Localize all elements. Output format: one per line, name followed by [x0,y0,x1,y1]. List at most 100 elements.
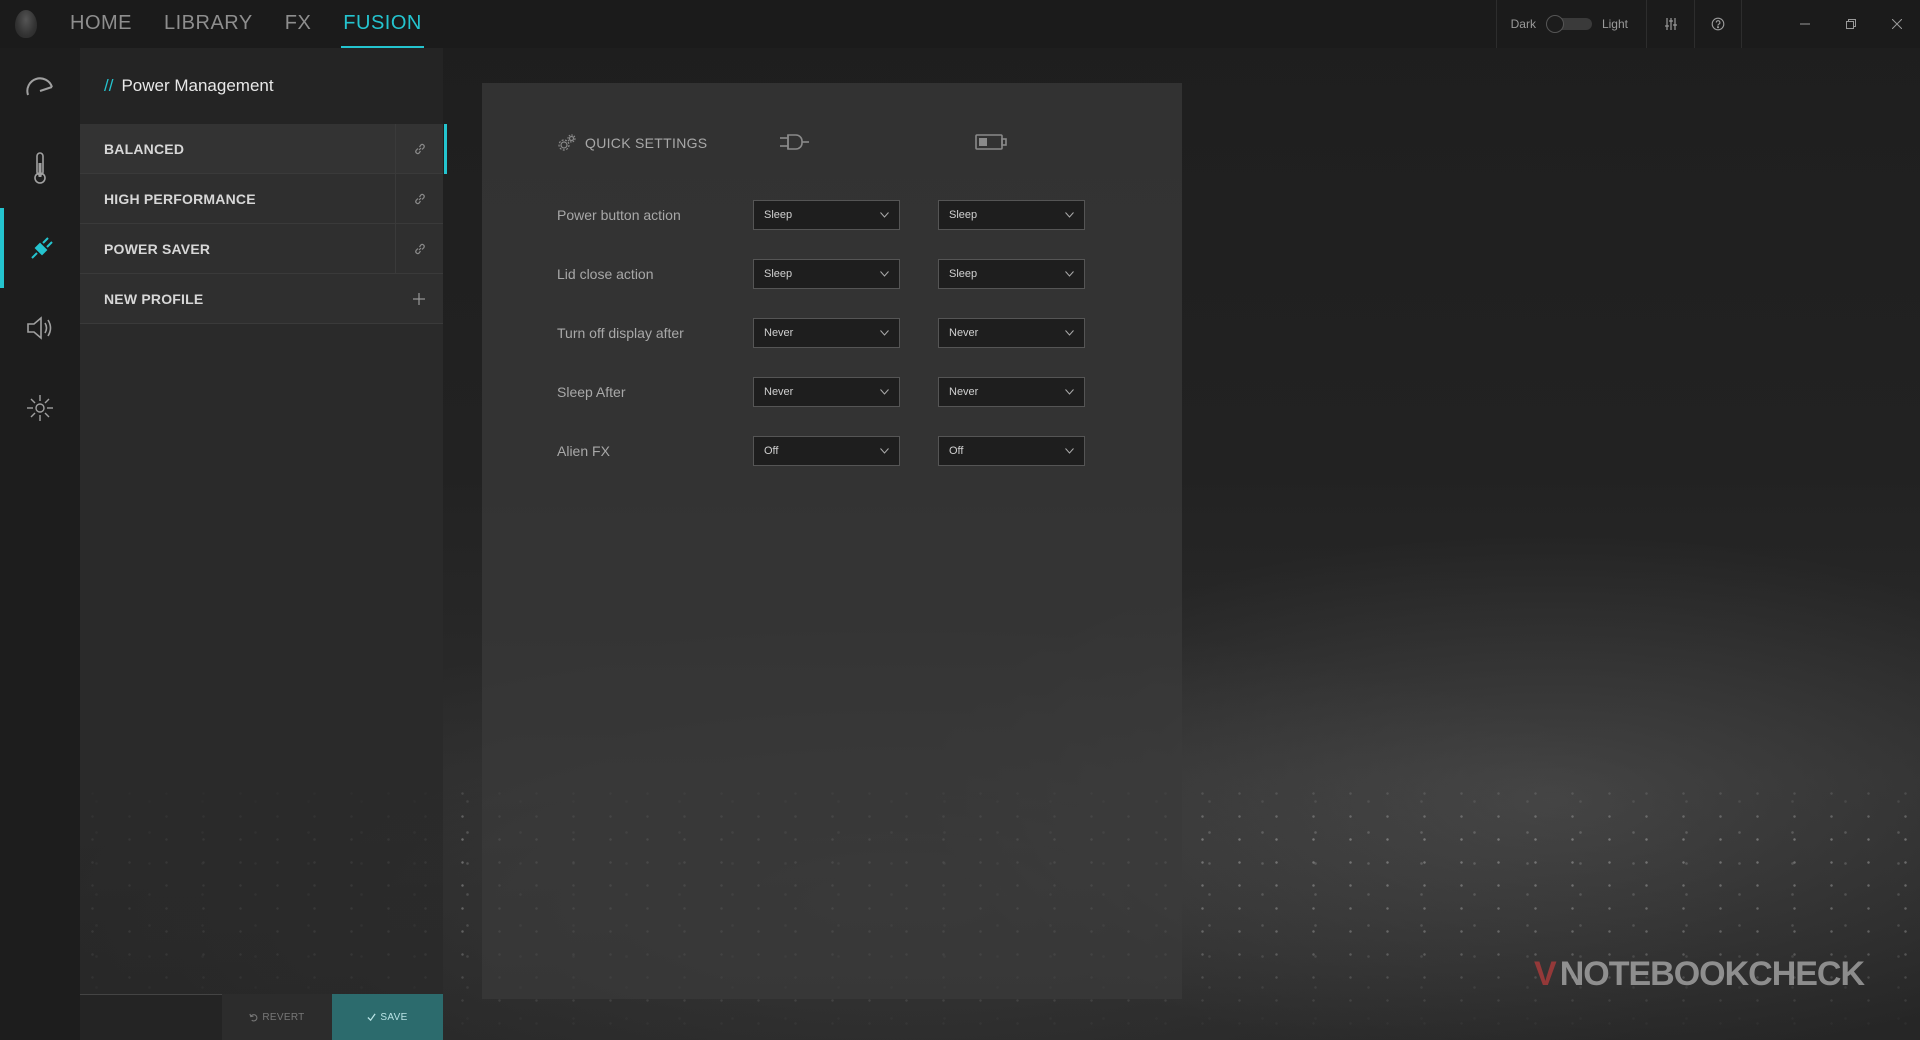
battery-select[interactable]: Never [938,318,1085,348]
setting-row-display-off: Turn off display after Never Never [557,318,1117,348]
chevron-down-icon [880,389,889,395]
setting-label: Power button action [557,207,681,223]
profile-row-balanced[interactable]: BALANCED [80,123,447,174]
select-value: Sleep [764,209,793,221]
setting-row-power-button: Power button action Sleep Sleep [557,200,1117,230]
theme-dark-label: Dark [1510,17,1536,31]
chevron-down-icon [1065,448,1074,454]
chevron-down-icon [880,330,889,336]
profile-link-button[interactable] [395,223,443,274]
brightness-icon [27,395,53,421]
setting-row-alien-fx: Alien FX Off Off [557,436,1117,466]
thermometer-icon [34,152,46,184]
setting-label: Lid close action [557,266,654,282]
quick-settings-card: QUICK SETTINGS Power button action Sleep… [482,83,1182,999]
chevron-down-icon [1065,330,1074,336]
help-icon [1711,17,1725,31]
theme-toggle[interactable] [1545,15,1592,33]
minimize-icon [1800,23,1810,25]
battery-select[interactable]: Never [938,377,1085,407]
profile-link-button[interactable] [395,173,443,224]
revert-label: REVERT [262,1011,305,1023]
setting-label: Turn off display after [557,325,684,341]
panel-title-text: Power Management [121,76,274,95]
link-icon [414,243,425,254]
title-slashes: // [104,76,114,95]
chevron-down-icon [1065,271,1074,277]
chevron-down-icon [880,212,889,218]
rail-item-lighting[interactable] [0,368,80,448]
rail-item-overclock[interactable] [0,48,80,128]
tab-library[interactable]: LIBRARY [162,0,255,48]
profile-link-button[interactable] [395,123,443,174]
plus-icon [413,292,425,305]
ac-select[interactable]: Off [753,436,900,466]
add-profile-button[interactable] [395,274,443,324]
notebookcheck-watermark: V NOTEBOOKCHECK [1534,955,1865,994]
close-icon [1892,19,1902,29]
chevron-down-icon [880,271,889,277]
rail-item-audio[interactable] [0,288,80,368]
minimize-button[interactable] [1782,0,1828,48]
select-value: Never [949,327,979,339]
speaker-icon [27,316,52,340]
rail-item-power[interactable] [0,208,80,288]
profiles-panel: // Power Management BALANCED HIGH PERFOR… [80,48,447,1040]
battery-icon [975,134,1007,150]
select-value: Never [949,386,979,398]
select-value: Never [764,386,794,398]
check-icon [367,1013,377,1021]
profile-row-high-performance[interactable]: HIGH PERFORMANCE [80,173,443,224]
side-rail [0,48,80,1040]
footer-spacer [80,994,222,1040]
save-label: SAVE [380,1011,408,1023]
settings-sliders-button[interactable] [1646,0,1694,48]
profile-name: BALANCED [104,140,185,157]
select-value: Off [949,445,964,457]
plugged-in-icon [780,134,809,150]
save-button[interactable]: SAVE [332,994,443,1040]
profile-name: POWER SAVER [104,240,211,257]
panel-footer: REVERT SAVE [80,994,443,1040]
chevron-down-icon [1065,389,1074,395]
watermark-text: NOTEBOOKCHECK [1559,955,1865,993]
chevron-down-icon [1065,212,1074,218]
select-value: Sleep [764,268,793,280]
watermark-v-mark: V [1534,955,1557,993]
link-icon [414,193,425,204]
profile-row-new-profile[interactable]: NEW PROFILE [80,274,443,324]
battery-select[interactable]: Off [938,436,1085,466]
revert-button[interactable]: REVERT [222,994,332,1040]
tab-fx[interactable]: FX [283,0,314,48]
rail-item-thermal[interactable] [0,128,80,208]
quick-settings-header: QUICK SETTINGS [557,133,707,153]
select-value: Sleep [949,209,978,221]
alienware-logo [4,0,48,48]
power-plug-icon [31,237,53,259]
setting-row-sleep-after: Sleep After Never Never [557,377,1117,407]
theme-light-label: Light [1601,17,1628,31]
tab-fusion[interactable]: FUSION [341,0,424,48]
profile-name: NEW PROFILE [104,290,204,307]
setting-row-lid-close: Lid close action Sleep Sleep [557,259,1117,289]
ac-select[interactable]: Sleep [753,200,900,230]
ac-select[interactable]: Never [753,318,900,348]
tab-home[interactable]: HOME [68,0,134,48]
close-button[interactable] [1874,0,1920,48]
ac-select[interactable]: Never [753,377,900,407]
restore-button[interactable] [1828,0,1874,48]
top-bar: HOME LIBRARY FX FUSION Dark Light [0,0,1920,48]
chevron-down-icon [880,448,889,454]
battery-select[interactable]: Sleep [938,259,1085,289]
setting-label: Alien FX [557,443,610,459]
help-button[interactable] [1694,0,1742,48]
profile-row-power-saver[interactable]: POWER SAVER [80,223,443,274]
overclock-gauge-icon [26,77,53,96]
select-value: Never [764,327,794,339]
sliders-icon [1664,18,1677,30]
ac-select[interactable]: Sleep [753,259,900,289]
main-nav: HOME LIBRARY FX FUSION [68,0,452,48]
battery-select[interactable]: Sleep [938,200,1085,230]
setting-label: Sleep After [557,384,626,400]
undo-icon [249,1013,258,1021]
